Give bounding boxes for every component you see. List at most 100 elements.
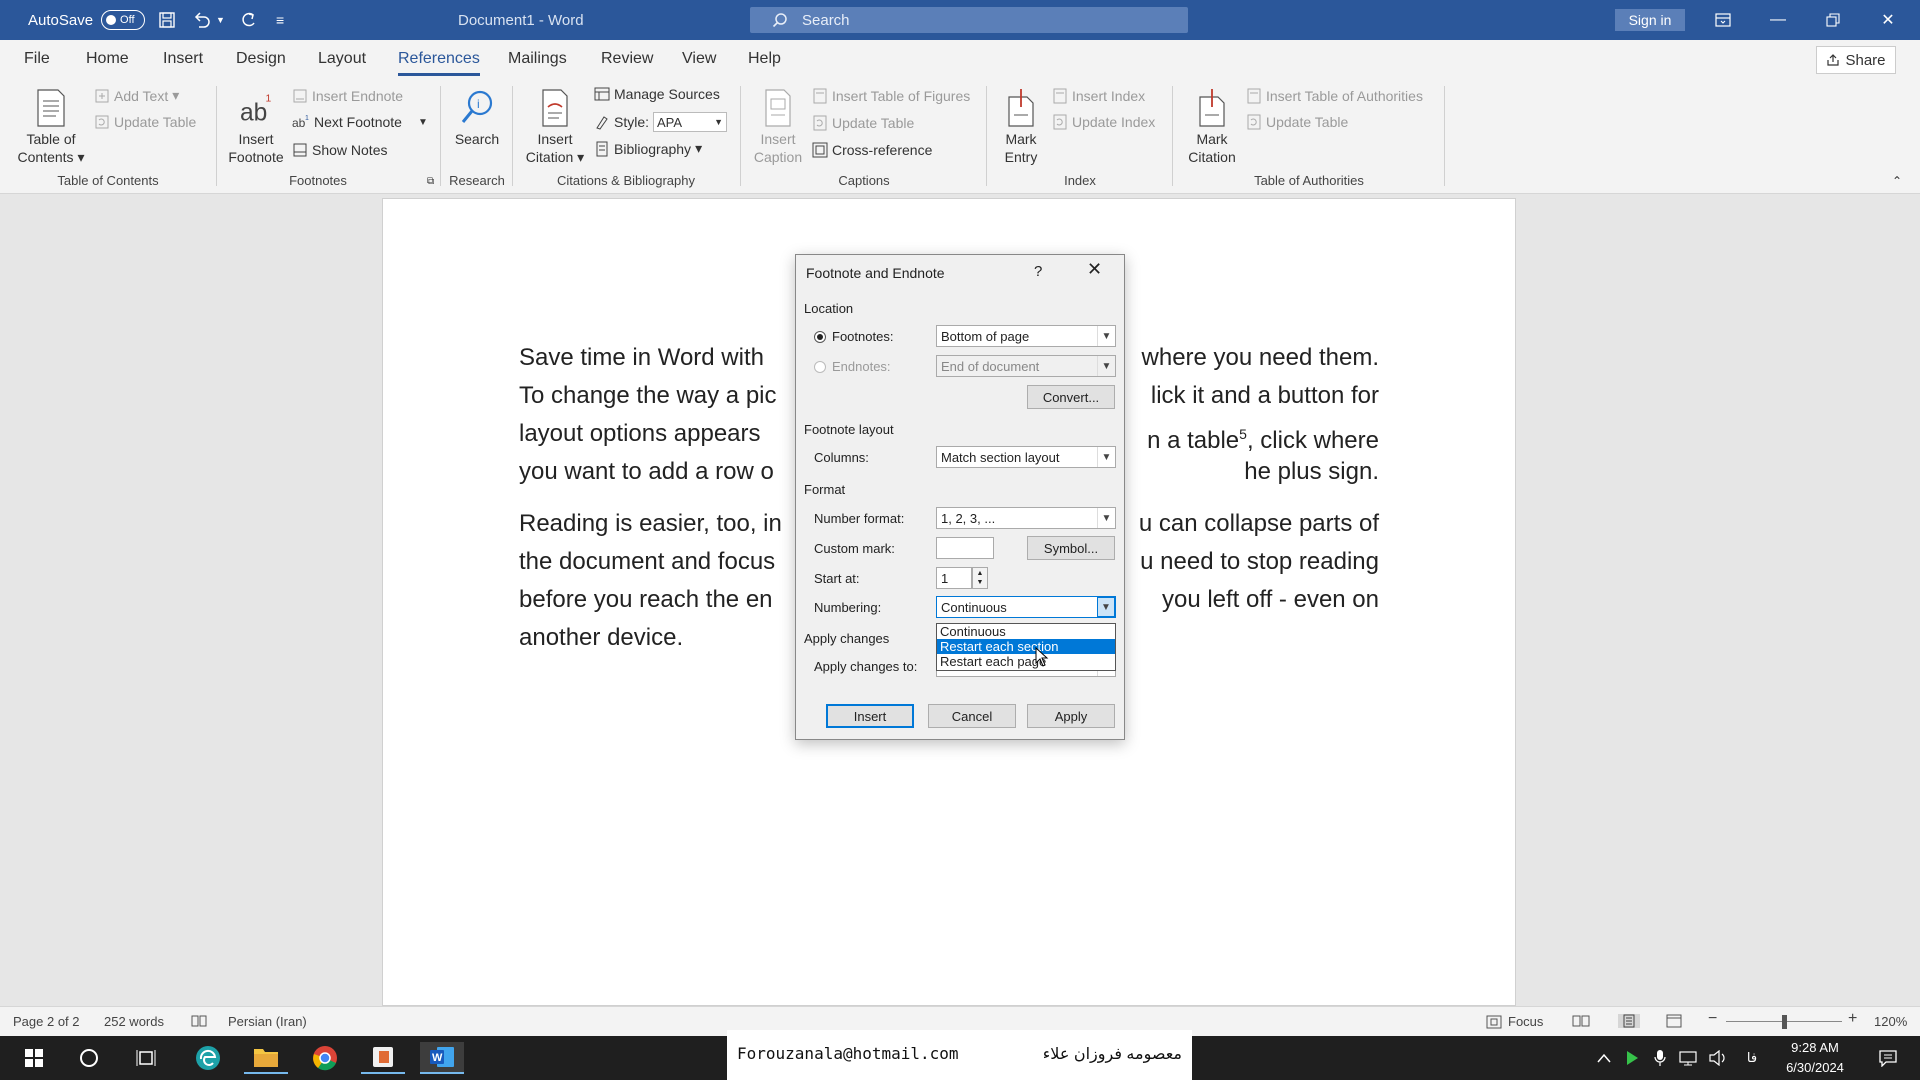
insert-citation-button[interactable]: Insert Citation ▾ [518, 88, 592, 166]
endnotes-radio[interactable]: Endnotes: [814, 359, 891, 374]
endnotes-location-select[interactable]: End of document ▼ [936, 355, 1116, 377]
start-at-spinner[interactable]: ▲ ▼ [972, 567, 988, 589]
footnote-dialog-launcher-icon[interactable]: ⧉ [427, 176, 434, 187]
apply-button[interactable]: Apply [1027, 704, 1115, 728]
cross-reference-button[interactable]: Cross-reference [812, 142, 932, 158]
close-icon[interactable]: ✕ [1087, 259, 1102, 280]
tab-insert[interactable]: Insert [163, 50, 203, 68]
insert-table-of-figures-button[interactable]: Insert Table of Figures [812, 88, 970, 104]
search-box[interactable]: Search [750, 7, 1188, 33]
columns-select[interactable]: Match section layout ▼ [936, 446, 1116, 468]
search-research-button[interactable]: i Search [446, 88, 508, 148]
proofing-icon[interactable] [191, 1014, 207, 1028]
edge-browser-icon[interactable] [186, 1042, 230, 1074]
file-explorer-icon[interactable] [244, 1042, 288, 1074]
convert-button[interactable]: Convert... [1027, 385, 1115, 409]
input-language-indicator[interactable]: فا [1730, 1042, 1774, 1074]
footnotes-radio[interactable]: Footnotes: [814, 329, 893, 344]
windows-start-icon[interactable] [12, 1042, 56, 1074]
table-of-contents-button[interactable]: Table of Contents ▾ [14, 88, 88, 166]
zoom-out-icon[interactable]: − [1708, 1010, 1717, 1028]
insert-button[interactable]: Insert [826, 704, 914, 728]
symbol-button[interactable]: Symbol... [1027, 536, 1115, 560]
read-mode-icon[interactable] [1572, 1014, 1590, 1028]
media-app-icon[interactable] [361, 1042, 405, 1074]
print-layout-icon[interactable] [1618, 1014, 1640, 1028]
system-clock[interactable]: 9:28 AM 6/30/2024 [1770, 1038, 1860, 1078]
collapse-ribbon-icon[interactable]: ⌃ [1892, 174, 1902, 188]
tab-view[interactable]: View [682, 50, 716, 68]
group-separator [216, 86, 217, 186]
next-footnote-dropdown-icon[interactable]: ▼ [418, 117, 428, 128]
focus-mode-button[interactable]: Focus [1486, 1014, 1543, 1029]
undo-dropdown-icon[interactable]: ▼ [216, 0, 225, 40]
cortana-search-icon[interactable] [67, 1042, 111, 1074]
radio-selected-icon [814, 330, 826, 343]
update-table-toc-button[interactable]: Update Table [94, 114, 196, 130]
share-button[interactable]: Share [1816, 46, 1896, 74]
number-format-select[interactable]: 1, 2, 3, ... ▼ [936, 507, 1116, 529]
tab-references[interactable]: References [398, 50, 480, 76]
add-text-button[interactable]: Add Text ▾ [94, 87, 179, 104]
tab-home[interactable]: Home [86, 50, 129, 68]
chrome-icon[interactable] [303, 1042, 347, 1074]
mark-entry-button[interactable]: Mark Entry [992, 88, 1050, 166]
start-at-input[interactable]: 1 [936, 567, 972, 589]
numbering-option-restart-page[interactable]: Restart each page [937, 654, 1115, 669]
zoom-slider-thumb[interactable] [1782, 1015, 1787, 1029]
insert-table-of-authorities-button[interactable]: Insert Table of Authorities [1246, 88, 1423, 104]
tab-file[interactable]: File [24, 50, 50, 68]
mark-citation-button[interactable]: Mark Citation [1178, 88, 1246, 166]
ribbon-display-options-icon[interactable] [1700, 0, 1746, 40]
update-table-captions-button[interactable]: Update Table [812, 115, 914, 131]
custom-mark-input[interactable] [936, 537, 994, 559]
tab-design[interactable]: Design [236, 50, 286, 68]
update-index-button[interactable]: Update Index [1052, 114, 1155, 130]
sign-in-button[interactable]: Sign in [1615, 9, 1685, 31]
numbering-select[interactable]: Continuous ▼ [936, 596, 1116, 618]
cancel-button[interactable]: Cancel [928, 704, 1016, 728]
notifications-icon[interactable] [1866, 1042, 1910, 1074]
save-icon[interactable] [158, 0, 176, 40]
insert-caption-button[interactable]: Insert Caption [746, 88, 810, 166]
autosave[interactable]: AutoSave Off [28, 0, 146, 40]
group-label-footnotes: Footnotes [289, 173, 347, 188]
bibliography-button[interactable]: Bibliography ▾ [594, 140, 702, 157]
help-icon[interactable]: ? [1034, 263, 1042, 280]
page-count[interactable]: Page 2 of 2 [13, 1014, 80, 1029]
manage-sources-button[interactable]: Manage Sources [594, 86, 720, 102]
insert-index-button[interactable]: Insert Index [1052, 88, 1145, 104]
minimize-icon[interactable]: — [1755, 0, 1801, 40]
tab-help[interactable]: Help [748, 50, 781, 68]
word-app-icon[interactable]: W [420, 1042, 464, 1074]
zoom-level[interactable]: 120% [1874, 1014, 1907, 1029]
close-window-icon[interactable]: ✕ [1865, 0, 1911, 40]
word-count[interactable]: 252 words [104, 1014, 164, 1029]
customize-qat-icon[interactable]: ≡ [276, 0, 284, 40]
spin-up-icon[interactable]: ▲ [977, 569, 984, 578]
number-format-label: Number format: [814, 511, 905, 526]
spin-down-icon[interactable]: ▼ [977, 578, 984, 587]
numbering-option-restart-section[interactable]: Restart each section [937, 639, 1115, 654]
style-select[interactable]: APA ▼ [653, 112, 728, 132]
undo-icon[interactable] [192, 0, 212, 40]
insert-endnote-button[interactable]: Insert Endnote [292, 88, 403, 104]
language-indicator[interactable]: Persian (Iran) [228, 1014, 307, 1029]
insert-footnote-button[interactable]: ab 1 Insert Footnote [222, 88, 290, 166]
next-footnote-button[interactable]: ab 1 Next Footnote ▼ [292, 114, 428, 130]
web-layout-icon[interactable] [1666, 1014, 1682, 1028]
group-separator [740, 86, 741, 186]
numbering-option-continuous[interactable]: Continuous [937, 624, 1115, 639]
footnotes-location-select[interactable]: Bottom of page ▼ [936, 325, 1116, 347]
show-notes-button[interactable]: Show Notes [292, 142, 387, 158]
insert-caption-icon [761, 88, 795, 128]
update-table-authorities-button[interactable]: Update Table [1246, 114, 1348, 130]
tab-mailings[interactable]: Mailings [508, 50, 567, 68]
task-view-icon[interactable] [124, 1042, 168, 1074]
tab-review[interactable]: Review [601, 50, 653, 68]
redo-icon[interactable] [238, 0, 258, 40]
restore-icon[interactable] [1810, 0, 1856, 40]
autosave-toggle[interactable]: Off [101, 10, 146, 30]
tab-layout[interactable]: Layout [318, 50, 366, 68]
zoom-in-icon[interactable]: + [1848, 1010, 1857, 1028]
